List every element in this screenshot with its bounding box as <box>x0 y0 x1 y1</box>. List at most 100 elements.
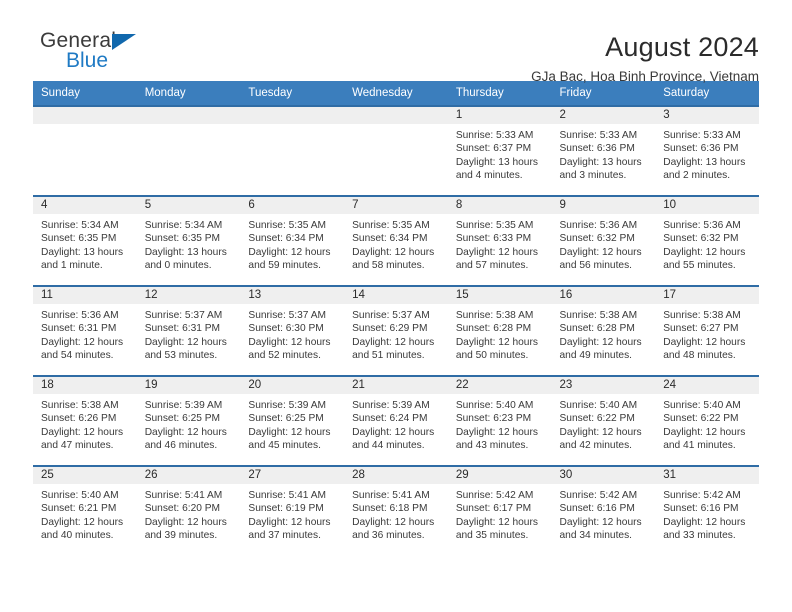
sunset-text: Sunset: 6:21 PM <box>41 503 117 515</box>
calendar-day-cell[interactable]: 8 Sunrise: 5:35 AM Sunset: 6:33 PM Daylight… <box>447 195 552 286</box>
daylight-text-line2: and 48 minutes. <box>663 350 736 362</box>
day-details: Sunrise: 5:42 AM Sunset: 6:17 PM Daylight:… <box>448 484 552 543</box>
daylight-text-line1: Daylight: 12 hours <box>559 516 642 528</box>
day-details: Sunrise: 5:36 AM Sunset: 6:32 PM Daylight:… <box>655 214 759 273</box>
day-number: 18 <box>33 377 137 394</box>
sunrise-text: Sunrise: 5:33 AM <box>455 130 534 141</box>
calendar-day-cell[interactable]: 28 Sunrise: 5:41 AM Sunset: 6:18 PM Dayligh… <box>344 465 448 556</box>
daylight-text-line2: and 59 minutes. <box>248 260 321 272</box>
sunrise-text: Sunrise: 5:35 AM <box>352 220 430 231</box>
sunset-text: Sunset: 6:26 PM <box>41 413 117 425</box>
sunset-text: Sunset: 6:19 PM <box>248 503 324 515</box>
calendar-day-cell[interactable]: 22 Sunrise: 5:40 AM Sunset: 6:23 PM Dayligh… <box>447 375 552 466</box>
title-block: August 2024 GJa Bac, Hoa Binh Province, … <box>531 30 759 86</box>
calendar-day-cell[interactable]: 30 Sunrise: 5:42 AM Sunset: 6:16 PM Dayligh… <box>551 465 656 556</box>
sunrise-text: Sunrise: 5:42 AM <box>559 490 638 501</box>
day-number: 31 <box>655 467 759 484</box>
sunrise-text: Sunrise: 5:36 AM <box>663 220 741 231</box>
sunset-text: Sunset: 6:29 PM <box>352 323 428 335</box>
day-details: Sunrise: 5:34 AM Sunset: 6:35 PM Daylight:… <box>137 214 241 273</box>
calendar-day-cell[interactable]: 11 Sunrise: 5:36 AM Sunset: 6:31 PM Dayligh… <box>33 285 137 376</box>
brand-logo[interactable]: General Blue <box>33 30 153 86</box>
day-number: 7 <box>344 197 448 214</box>
sunset-text: Sunset: 6:36 PM <box>559 143 635 155</box>
calendar-cell-empty <box>240 105 345 196</box>
daylight-text-line1: Daylight: 12 hours <box>352 246 435 258</box>
calendar-day-cell[interactable]: 29 Sunrise: 5:42 AM Sunset: 6:17 PM Dayligh… <box>447 465 552 556</box>
calendar-day-cell[interactable]: 5 Sunrise: 5:34 AM Sunset: 6:35 PM Daylight… <box>136 195 241 286</box>
calendar-day-cell[interactable]: 17 Sunrise: 5:38 AM Sunset: 6:27 PM Dayligh… <box>655 285 759 376</box>
daylight-text-line1: Daylight: 12 hours <box>663 246 746 258</box>
calendar-day-cell[interactable]: 31 Sunrise: 5:42 AM Sunset: 6:16 PM Dayligh… <box>655 465 759 556</box>
daylight-text-line2: and 37 minutes. <box>248 530 321 542</box>
day-number: 9 <box>551 197 656 214</box>
calendar-day-cell[interactable]: 23 Sunrise: 5:40 AM Sunset: 6:22 PM Dayligh… <box>551 375 656 466</box>
daylight-text-line1: Daylight: 12 hours <box>455 246 538 258</box>
daylight-text-line1: Daylight: 12 hours <box>559 246 642 258</box>
sunset-text: Sunset: 6:27 PM <box>663 323 739 335</box>
sunset-text: Sunset: 6:31 PM <box>41 323 117 335</box>
calendar-day-cell[interactable]: 13 Sunrise: 5:37 AM Sunset: 6:30 PM Dayligh… <box>240 285 345 376</box>
calendar-day-cell[interactable]: 3 Sunrise: 5:33 AM Sunset: 6:36 PM Daylight… <box>655 105 759 196</box>
day-number: 6 <box>240 197 345 214</box>
daylight-text-line2: and 4 minutes. <box>455 170 523 182</box>
daylight-text-line1: Daylight: 12 hours <box>455 336 538 348</box>
daylight-text-line1: Daylight: 12 hours <box>41 336 124 348</box>
sunrise-text: Sunrise: 5:38 AM <box>41 400 119 411</box>
calendar-page: General Blue August 2024 GJa Bac, Hoa Bi… <box>0 0 792 612</box>
sunrise-text: Sunrise: 5:41 AM <box>144 490 223 501</box>
calendar-day-cell[interactable]: 2 Sunrise: 5:33 AM Sunset: 6:36 PM Daylight… <box>551 105 656 196</box>
day-details: Sunrise: 5:40 AM Sunset: 6:21 PM Daylight:… <box>33 484 137 543</box>
sunrise-text: Sunrise: 5:39 AM <box>144 400 223 411</box>
calendar-day-cell[interactable]: 7 Sunrise: 5:35 AM Sunset: 6:34 PM Daylight… <box>344 195 448 286</box>
day-details: Sunrise: 5:37 AM Sunset: 6:29 PM Daylight:… <box>344 304 448 363</box>
calendar-day-cell[interactable]: 15 Sunrise: 5:38 AM Sunset: 6:28 PM Dayligh… <box>447 285 552 376</box>
sunset-text: Sunset: 6:35 PM <box>41 233 117 245</box>
day-details: Sunrise: 5:39 AM Sunset: 6:24 PM Daylight:… <box>344 394 448 453</box>
calendar-day-cell[interactable]: 24 Sunrise: 5:40 AM Sunset: 6:22 PM Dayligh… <box>655 375 759 466</box>
sunset-text: Sunset: 6:32 PM <box>663 233 739 245</box>
calendar-day-cell[interactable]: 27 Sunrise: 5:41 AM Sunset: 6:19 PM Dayligh… <box>240 465 345 556</box>
calendar-day-cell[interactable]: 9 Sunrise: 5:36 AM Sunset: 6:32 PM Daylight… <box>551 195 656 286</box>
daylight-text-line2: and 56 minutes. <box>559 260 633 272</box>
calendar-day-cell[interactable]: 21 Sunrise: 5:39 AM Sunset: 6:24 PM Dayligh… <box>344 375 448 466</box>
calendar-day-cell[interactable]: 4 Sunrise: 5:34 AM Sunset: 6:35 PM Daylight… <box>33 195 137 286</box>
day-number: 2 <box>551 107 656 124</box>
calendar-week-row: 11 Sunrise: 5:36 AM Sunset: 6:31 PM Dayligh… <box>33 285 759 376</box>
sunrise-text: Sunrise: 5:33 AM <box>559 130 638 141</box>
day-number: 30 <box>551 467 656 484</box>
sunset-text: Sunset: 6:20 PM <box>144 503 221 515</box>
daylight-text-line1: Daylight: 12 hours <box>559 426 642 438</box>
day-number: 13 <box>240 287 345 304</box>
calendar-day-cell[interactable]: 25 Sunrise: 5:40 AM Sunset: 6:21 PM Dayligh… <box>33 465 137 556</box>
calendar-day-cell[interactable]: 18 Sunrise: 5:38 AM Sunset: 6:26 PM Dayligh… <box>33 375 137 466</box>
calendar-day-cell[interactable]: 26 Sunrise: 5:41 AM Sunset: 6:20 PM Dayligh… <box>136 465 241 556</box>
sunrise-text: Sunrise: 5:39 AM <box>248 400 326 411</box>
sunrise-text: Sunrise: 5:37 AM <box>352 310 430 321</box>
calendar-day-cell[interactable]: 10 Sunrise: 5:36 AM Sunset: 6:32 PM Dayligh… <box>655 195 759 286</box>
sunrise-text: Sunrise: 5:36 AM <box>41 310 119 321</box>
calendar-day-cell[interactable]: 19 Sunrise: 5:39 AM Sunset: 6:25 PM Dayligh… <box>136 375 241 466</box>
calendar-day-cell[interactable]: 6 Sunrise: 5:35 AM Sunset: 6:34 PM Daylight… <box>240 195 345 286</box>
calendar-day-cell[interactable]: 14 Sunrise: 5:37 AM Sunset: 6:29 PM Dayligh… <box>344 285 448 376</box>
day-number: 4 <box>33 197 137 214</box>
daylight-text-line1: Daylight: 12 hours <box>455 426 538 438</box>
calendar-day-cell[interactable]: 12 Sunrise: 5:37 AM Sunset: 6:31 PM Dayligh… <box>136 285 241 376</box>
sunset-text: Sunset: 6:34 PM <box>352 233 428 245</box>
daylight-text-line1: Daylight: 12 hours <box>41 426 124 438</box>
calendar-day-cell[interactable]: 1 Sunrise: 5:33 AM Sunset: 6:37 PM Daylight… <box>447 105 552 196</box>
daylight-text-line2: and 3 minutes. <box>559 170 627 182</box>
daylight-text-line1: Daylight: 12 hours <box>248 426 331 438</box>
day-number: 27 <box>240 467 345 484</box>
sunset-text: Sunset: 6:22 PM <box>663 413 739 425</box>
sunset-text: Sunset: 6:35 PM <box>144 233 221 245</box>
day-details: Sunrise: 5:38 AM Sunset: 6:28 PM Daylight:… <box>552 304 656 363</box>
daylight-text-line2: and 43 minutes. <box>455 440 529 452</box>
calendar-week-row: 4 Sunrise: 5:34 AM Sunset: 6:35 PM Daylight… <box>33 195 759 286</box>
daylight-text-line2: and 0 minutes. <box>144 260 212 272</box>
day-number: 16 <box>551 287 656 304</box>
calendar-day-cell[interactable]: 16 Sunrise: 5:38 AM Sunset: 6:28 PM Dayligh… <box>551 285 656 376</box>
daylight-text-line2: and 45 minutes. <box>248 440 321 452</box>
daylight-text-line1: Daylight: 12 hours <box>663 426 746 438</box>
calendar-day-cell[interactable]: 20 Sunrise: 5:39 AM Sunset: 6:25 PM Dayligh… <box>240 375 345 466</box>
